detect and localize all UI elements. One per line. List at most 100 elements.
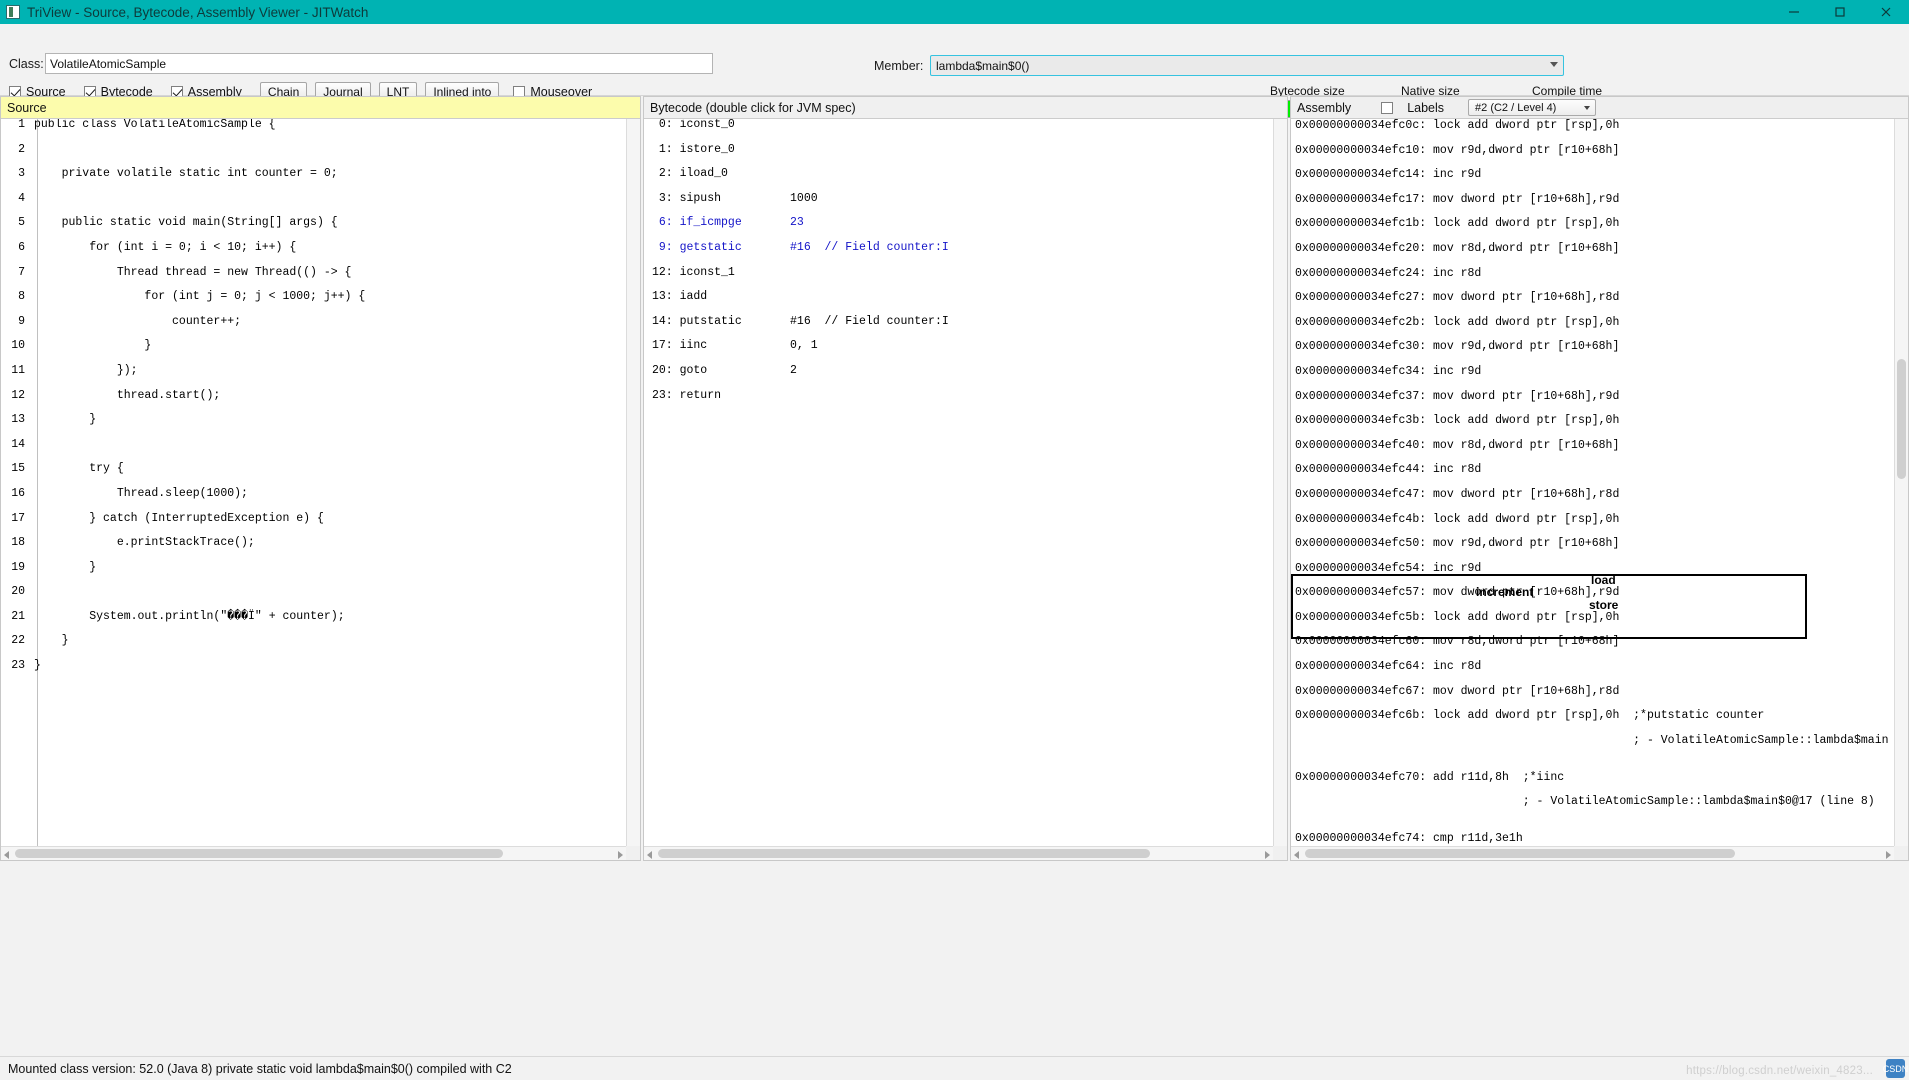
scroll-right-icon[interactable] — [1265, 851, 1270, 859]
bytecode-line: 1: istore_0 — [652, 142, 791, 156]
assembly-vertical-scrollbar[interactable] — [1894, 119, 1908, 846]
assembly-code-area[interactable]: 0x00000000034efc0c: lock add dword ptr [… — [1291, 119, 1908, 860]
assembly-code-text: 0x00000000034efc0c: lock add dword ptr [… — [1295, 119, 1894, 846]
member-dropdown[interactable]: lambda$main$0() — [930, 55, 1564, 76]
source-line: 14 — [11, 437, 25, 451]
source-code-text: 1 public class VolatileAtomicSample { 2 3… — [1, 119, 626, 672]
bytecode-panel-header: Bytecode (double click for JVM spec) — [644, 97, 1287, 119]
class-label: Class: — [9, 57, 44, 71]
assembly-hscroll-thumb[interactable] — [1305, 849, 1735, 858]
assembly-line: 0x00000000034efc20: mov r8d,dword ptr [r… — [1295, 241, 1620, 255]
bytecode-line: 2: iload_0 — [652, 167, 791, 181]
source-line: 20 — [11, 585, 25, 599]
source-line: 10 } — [11, 339, 152, 353]
source-code-area[interactable]: 1 public class VolatileAtomicSample { 2 3… — [1, 119, 640, 860]
window-titlebar: TriView - Source, Bytecode, Assembly Vie… — [0, 0, 1909, 24]
assembly-line: 0x00000000034efc74: cmp r11d,3e1h — [1295, 832, 1523, 846]
scroll-left-icon[interactable] — [1294, 851, 1299, 859]
bytecode-code-area[interactable]: 0: iconst_0 1: istore_0 2: iload_0 3: si… — [644, 119, 1287, 860]
assembly-line: 0x00000000034efc47: mov dword ptr [r10+6… — [1295, 487, 1620, 501]
close-button[interactable] — [1863, 0, 1909, 24]
bytecode-line: 3: sipush 1000 — [652, 191, 818, 205]
scroll-left-icon[interactable] — [4, 851, 9, 859]
bytecode-line: 23: return — [652, 388, 791, 402]
assembly-horizontal-scrollbar[interactable] — [1291, 846, 1894, 860]
bytecode-line: 14: putstatic #16 // Field counter:I — [652, 314, 949, 328]
assembly-panel-title: Assembly — [1297, 100, 1352, 115]
assembly-line: 0x00000000034efc17: mov dword ptr [r10+6… — [1295, 192, 1620, 206]
annotation-load: load — [1591, 573, 1616, 588]
assembly-line: 0x00000000034efc1b: lock add dword ptr [… — [1295, 217, 1620, 231]
class-input[interactable] — [45, 53, 713, 74]
assembly-line: 0x00000000034efc0c: lock add dword ptr [… — [1295, 119, 1620, 132]
assembly-line: 0x00000000034efc3b: lock add dword ptr [… — [1295, 414, 1620, 428]
bytecode-line: 9: getstatic #16 // Field counter:I — [652, 240, 949, 254]
assembly-scroll-corner — [1894, 846, 1908, 860]
source-line: 18 e.printStackTrace(); — [11, 536, 255, 550]
minimize-button[interactable] — [1771, 0, 1817, 24]
assembly-vscroll-thumb[interactable] — [1897, 359, 1906, 479]
source-line: 1 public class VolatileAtomicSample { — [18, 119, 276, 131]
scroll-right-icon[interactable] — [1886, 851, 1891, 859]
assembly-line: 0x00000000034efc37: mov dword ptr [r10+6… — [1295, 389, 1620, 403]
compilation-dropdown[interactable]: #2 (C2 / Level 4) — [1468, 99, 1597, 116]
source-line: 15 try { — [11, 462, 124, 476]
chevron-down-icon — [1550, 62, 1558, 67]
source-line: 13 } — [11, 413, 97, 427]
compilation-dropdown-value: #2 (C2 / Level 4) — [1475, 101, 1557, 114]
bytecode-line: 17: iinc 0, 1 — [652, 339, 818, 353]
bytecode-line: 12: iconst_1 — [652, 265, 791, 279]
member-dropdown-value: lambda$main$0() — [936, 58, 1030, 73]
bytecode-line: 13: iadd — [652, 290, 791, 304]
assembly-line: 0x00000000034efc44: inc r8d — [1295, 463, 1482, 477]
assembly-line: ; - VolatileAtomicSample::lambda$main$0@… — [1295, 795, 1875, 809]
source-line: 3 private volatile static int counter = … — [18, 167, 338, 181]
source-line: 17 } catch (InterruptedException e) { — [11, 511, 324, 525]
source-vertical-scrollbar[interactable] — [626, 119, 640, 846]
source-scroll-corner — [626, 846, 640, 860]
window-title: TriView - Source, Bytecode, Assembly Vie… — [27, 4, 369, 20]
source-line: 9 counter++; — [18, 314, 242, 328]
assembly-line: 0x00000000034efc10: mov r9d,dword ptr [r… — [1295, 143, 1620, 157]
source-line: 19 } — [11, 560, 97, 574]
toolbar-area: Class: Member: lambda$main$0() Source By… — [0, 24, 1909, 118]
source-line: 5 public static void main(String[] args)… — [18, 216, 338, 230]
assembly-line: 0x00000000034efc24: inc r8d — [1295, 266, 1482, 280]
maximize-button[interactable] — [1817, 0, 1863, 24]
source-line: 16 Thread.sleep(1000); — [11, 486, 248, 500]
source-hscroll-thumb[interactable] — [15, 849, 503, 858]
source-horizontal-scrollbar[interactable] — [1, 846, 626, 860]
watermark-text: https://blog.csdn.net/weixin_4823... — [1686, 1065, 1873, 1077]
chevron-down-icon — [1584, 106, 1591, 110]
bytecode-line: 0: iconst_0 — [652, 119, 791, 131]
bytecode-hscroll-thumb[interactable] — [658, 849, 1150, 858]
source-line: 2 — [18, 142, 25, 156]
bytecode-vertical-scrollbar[interactable] — [1273, 119, 1287, 846]
assembly-line: 0x00000000034efc30: mov r9d,dword ptr [r… — [1295, 340, 1620, 354]
scroll-left-icon[interactable] — [647, 851, 652, 859]
bytecode-line: 6: if_icmpge 23 — [652, 216, 804, 230]
source-line: 7 Thread thread = new Thread(() -> { — [18, 265, 352, 279]
source-line: 4 — [18, 191, 25, 205]
source-line: 11 }); — [11, 363, 138, 377]
source-line: 12 thread.start(); — [11, 388, 221, 402]
assembly-line: ; - VolatileAtomicSample::lambda$main — [1295, 733, 1889, 747]
bytecode-scroll-corner — [1273, 846, 1287, 860]
source-line: 8 for (int j = 0; j < 1000; j++) { — [18, 290, 366, 304]
source-panel-header: Source — [1, 97, 640, 119]
assembly-panel-header: Assembly Labels #2 (C2 / Level 4) — [1291, 97, 1908, 119]
source-line: 23} — [11, 659, 41, 673]
checkbox-labels-box[interactable] — [1381, 101, 1394, 114]
triview-panels: Source 1 public class VolatileAtomicSampl… — [0, 96, 1909, 861]
scroll-right-icon[interactable] — [618, 851, 623, 859]
app-logo-icon — [6, 5, 20, 19]
assembly-line: 0x00000000034efc6b: lock add dword ptr [… — [1295, 709, 1765, 723]
annotation-increment: increment — [1476, 585, 1534, 600]
source-panel: Source 1 public class VolatileAtomicSampl… — [0, 96, 641, 861]
source-line: 21 System.out.println("���Ï" + counter); — [11, 609, 345, 623]
assembly-line: 0x00000000034efc50: mov r9d,dword ptr [r… — [1295, 537, 1620, 551]
source-line: 22 } — [11, 634, 69, 648]
bytecode-code-text: 0: iconst_0 1: istore_0 2: iload_0 3: si… — [652, 119, 1273, 402]
bytecode-horizontal-scrollbar[interactable] — [644, 846, 1273, 860]
member-label: Member: — [874, 59, 924, 73]
